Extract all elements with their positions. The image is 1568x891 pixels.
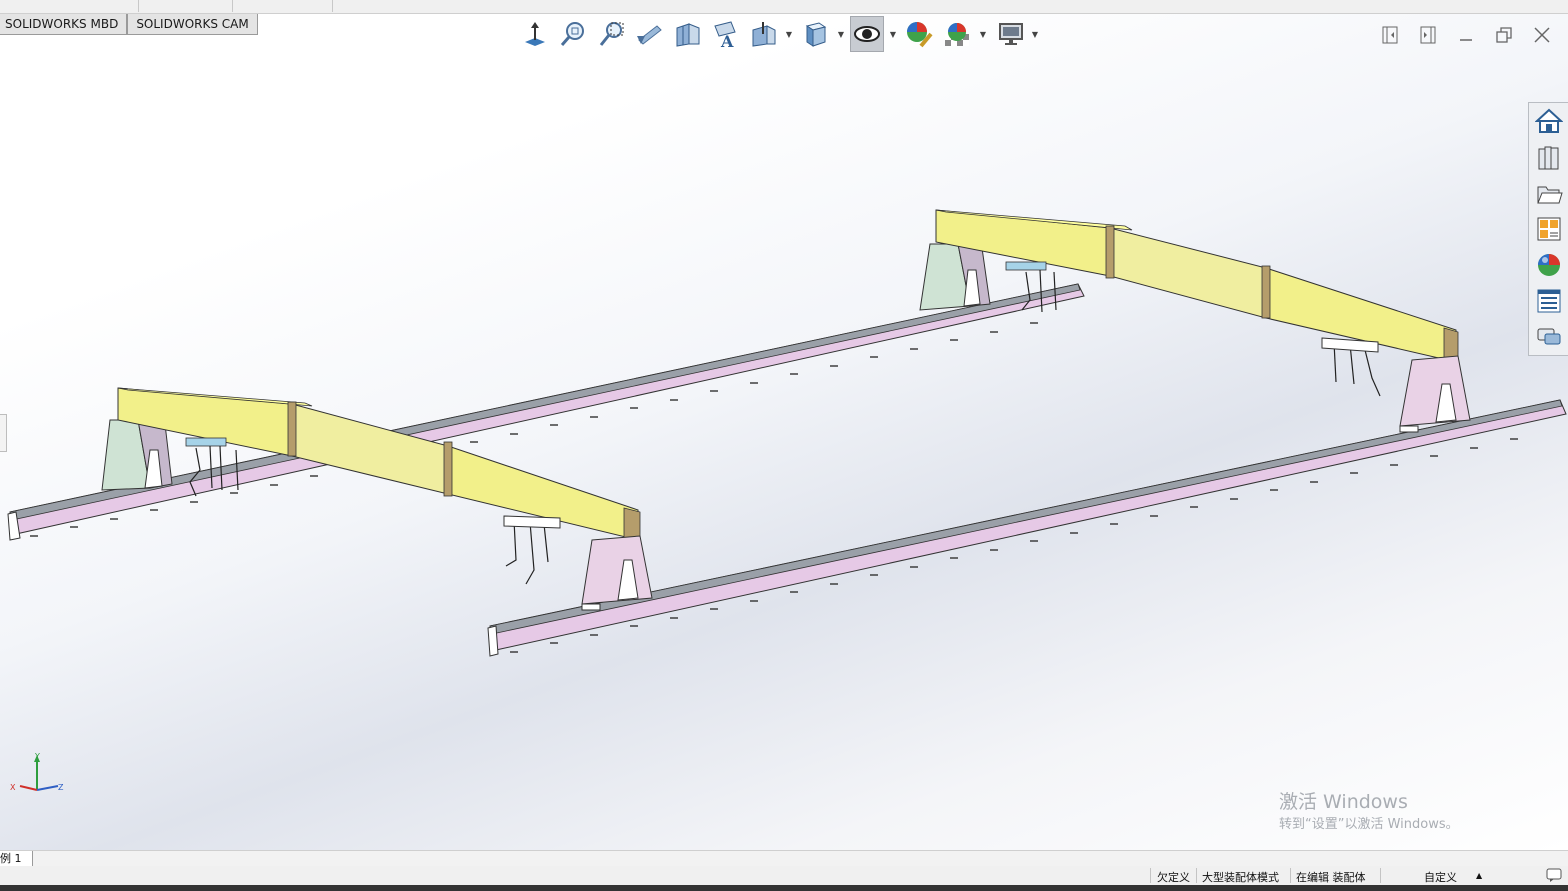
apply-scene-icon[interactable] bbox=[940, 16, 974, 52]
restore-icon[interactable] bbox=[1490, 22, 1518, 48]
chevron-up-icon[interactable]: ▲ bbox=[1476, 871, 1482, 880]
triad-y-label: Y bbox=[34, 752, 40, 761]
gantry-right[interactable] bbox=[919, 209, 1471, 433]
view-orientation-icon[interactable] bbox=[518, 16, 552, 52]
status-separator bbox=[1380, 868, 1381, 883]
dock-left-icon[interactable] bbox=[1376, 22, 1404, 48]
chevron-down-icon[interactable]: ▼ bbox=[836, 30, 846, 40]
dock-right-icon[interactable] bbox=[1414, 22, 1442, 48]
custom-properties-icon[interactable] bbox=[1533, 285, 1565, 317]
close-icon[interactable] bbox=[1528, 22, 1556, 48]
triad-x-label: X bbox=[10, 783, 16, 792]
command-manager-tabs: SOLIDWORKS MBD SOLIDWORKS CAM bbox=[0, 14, 258, 35]
strip-separator bbox=[232, 0, 233, 12]
watermark-subtitle: 转到“设置”以激活 Windows。 bbox=[1279, 817, 1459, 832]
chevron-down-icon[interactable]: ▼ bbox=[784, 30, 794, 40]
minimize-icon[interactable] bbox=[1452, 22, 1480, 48]
previous-view-icon[interactable] bbox=[632, 16, 666, 52]
gantry-assembly-model[interactable] bbox=[0, 14, 1568, 850]
view-palette-icon[interactable] bbox=[1533, 213, 1565, 245]
tab-solidworks-mbd[interactable]: SOLIDWORKS MBD bbox=[0, 14, 128, 35]
chevron-down-icon[interactable]: ▼ bbox=[888, 30, 898, 40]
tab-solidworks-cam[interactable]: SOLIDWORKS CAM bbox=[127, 14, 258, 35]
svg-text:A: A bbox=[720, 32, 734, 48]
triad-z-label: Z bbox=[58, 783, 64, 792]
status-definition: 欠定义 bbox=[1157, 871, 1190, 884]
status-units[interactable]: 自定义 bbox=[1424, 869, 1457, 885]
status-separator bbox=[1150, 868, 1151, 883]
strip-separator bbox=[138, 0, 139, 12]
task-pane-tabs bbox=[1528, 102, 1568, 356]
dynamic-annotation-views-icon[interactable]: A bbox=[708, 16, 742, 52]
status-separator bbox=[1196, 868, 1197, 883]
help-icon[interactable] bbox=[1546, 868, 1562, 885]
solidworks-resources-icon[interactable] bbox=[1533, 105, 1565, 137]
watermark-title: 激活 Windows bbox=[1279, 791, 1408, 813]
zoom-to-fit-icon[interactable] bbox=[556, 16, 590, 52]
status-large-assembly-mode[interactable]: 大型装配体模式 bbox=[1202, 869, 1279, 885]
chevron-down-icon[interactable]: ▼ bbox=[978, 30, 988, 40]
edit-appearance-icon[interactable] bbox=[902, 16, 936, 52]
view-orientation-dropdown-icon[interactable] bbox=[746, 16, 780, 52]
status-bar: 欠定义 大型装配体模式 在编辑 装配体 自定义 ▲ bbox=[0, 866, 1568, 885]
gantry-left[interactable] bbox=[101, 387, 653, 611]
view-settings-icon[interactable] bbox=[994, 16, 1028, 52]
title-strip bbox=[0, 0, 1568, 14]
zoom-to-area-icon[interactable] bbox=[594, 16, 628, 52]
sheet-tab-bar: 例 1 bbox=[0, 850, 1568, 867]
status-editing: 在编辑 装配体 bbox=[1296, 871, 1366, 884]
hide-show-items-icon[interactable] bbox=[850, 16, 884, 52]
rail-2[interactable] bbox=[487, 399, 1567, 657]
display-style-icon[interactable] bbox=[798, 16, 832, 52]
chevron-down-icon[interactable]: ▼ bbox=[1030, 30, 1040, 40]
file-explorer-icon[interactable] bbox=[1533, 177, 1565, 209]
strip-separator bbox=[332, 0, 333, 12]
status-separator bbox=[1290, 868, 1291, 883]
appearances-scenes-icon[interactable] bbox=[1533, 249, 1565, 281]
sheet-tab[interactable]: 例 1 bbox=[0, 851, 33, 866]
design-library-icon[interactable] bbox=[1533, 141, 1565, 173]
reference-triad: Y X Z bbox=[8, 750, 68, 800]
windows-activation-watermark: 激活 Windows 转到“设置”以激活 Windows。 bbox=[1279, 790, 1459, 834]
feature-manager-toggle[interactable] bbox=[0, 414, 7, 452]
section-view-icon[interactable] bbox=[670, 16, 704, 52]
taskbar-edge bbox=[0, 885, 1568, 891]
graphics-area[interactable] bbox=[0, 14, 1568, 850]
solidworks-forum-icon[interactable] bbox=[1533, 321, 1565, 353]
